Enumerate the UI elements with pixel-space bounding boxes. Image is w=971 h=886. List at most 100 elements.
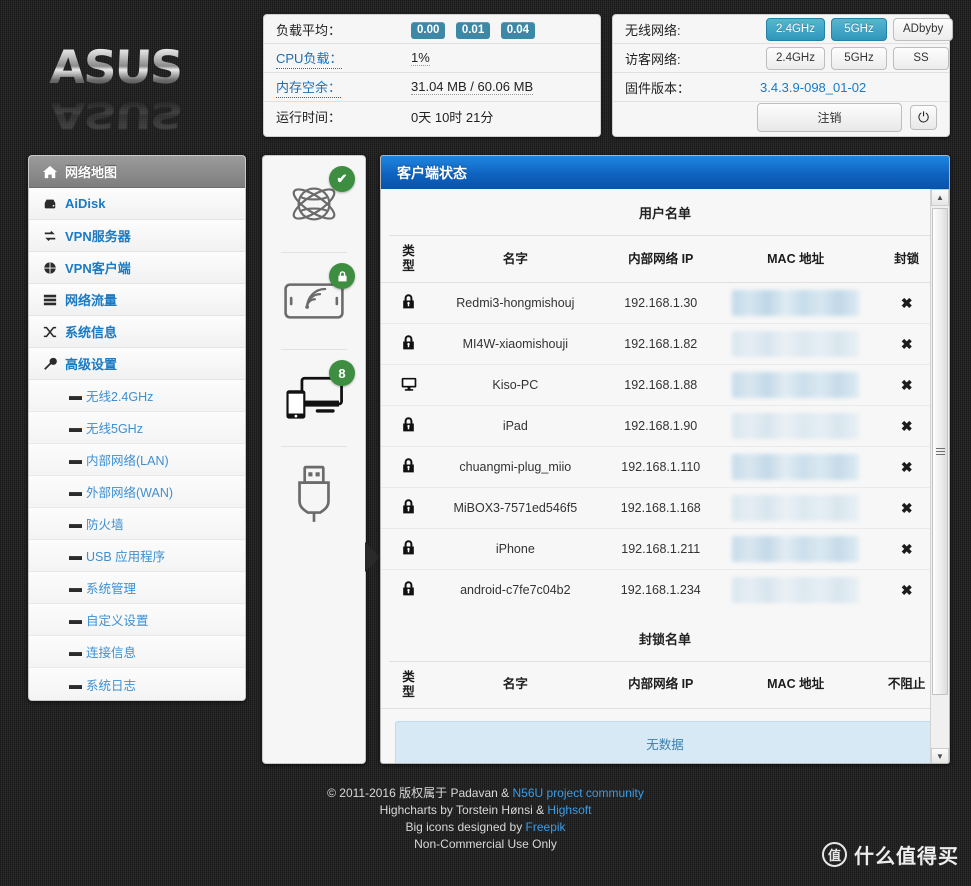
- sidebar-item-system-info[interactable]: 系统信息: [29, 316, 245, 348]
- uptime-value: 0天 10时 21分: [411, 110, 494, 125]
- load-average-badges: 0.00 0.01 0.04: [411, 20, 541, 39]
- sidebar-subitem-label: 系统管理: [86, 582, 137, 596]
- block-client-button[interactable]: ✖: [901, 418, 913, 434]
- blocked-list-table: 类型 名字 内部网络 IP MAC 地址 不阻止: [381, 661, 949, 709]
- sidebar-subitem-label: USB 应用程序: [86, 550, 166, 564]
- main-vertical-scrollbar[interactable]: ▲ ▼: [930, 189, 949, 763]
- map-node-usb[interactable]: [263, 447, 365, 543]
- sidebar-subitem-firewall[interactable]: ▬ 防火墙: [29, 508, 245, 540]
- sidebar-subitem-system-log[interactable]: ▬ 系统日志: [29, 668, 245, 700]
- power-icon[interactable]: ⏻: [910, 104, 937, 130]
- sidebar-subitem-wireless-24[interactable]: ▬ 无线2.4GHz: [29, 380, 245, 412]
- sidebar-subitem-system-admin[interactable]: ▬ 系统管理: [29, 572, 245, 604]
- sidebar-subitem-wan[interactable]: ▬ 外部网络(WAN): [29, 476, 245, 508]
- sidebar-subitem-connection-info[interactable]: ▬ 连接信息: [29, 636, 245, 668]
- client-type-cell: [381, 528, 436, 570]
- sidebar-subitem-label: 无线2.4GHz: [86, 390, 154, 404]
- footer-highsoft-link[interactable]: Highsoft: [547, 803, 591, 817]
- client-count-badge: 8: [329, 360, 355, 386]
- column-mac: MAC 地址: [726, 236, 865, 283]
- wireless-adbyby-toggle[interactable]: ADbyby: [893, 17, 954, 41]
- map-node-clients[interactable]: 8: [263, 350, 365, 446]
- map-node-internet[interactable]: ✔: [263, 156, 365, 252]
- block-client-button[interactable]: ✖: [901, 336, 913, 352]
- lock-icon: [403, 294, 414, 309]
- guest-5ghz-toggle[interactable]: 5GHz: [831, 46, 887, 70]
- client-status-body: 用户名单 类型 名字 内部网络 IP MAC 地址 封锁 Redmi3-hong…: [381, 189, 949, 763]
- guest-24ghz-toggle[interactable]: 2.4GHz: [766, 46, 825, 70]
- memory-free-value: 31.04 MB / 60.06 MB: [411, 79, 534, 95]
- scroll-thumb[interactable]: [932, 208, 948, 695]
- wrench-icon: [43, 357, 65, 371]
- scroll-grip-icon: [935, 448, 945, 455]
- client-type-cell: [381, 487, 436, 529]
- client-type-cell: [381, 282, 436, 324]
- client-ip-cell: 192.168.1.110: [594, 446, 727, 488]
- block-client-button[interactable]: ✖: [901, 541, 913, 557]
- wireless-24ghz-toggle[interactable]: 2.4GHz: [766, 17, 825, 41]
- sidebar-item-vpn-server[interactable]: VPN服务器: [29, 220, 245, 252]
- client-name-cell: iPad: [436, 405, 595, 447]
- blocked-list-empty-message: 无数据: [395, 720, 935, 763]
- traffic-icon: [43, 293, 65, 307]
- wireless-status-panel: 无线网络: 2.4GHz 5GHz ADbyby 访客网络: 2.4GHz 5G…: [612, 14, 954, 137]
- dash-icon: ▬: [69, 676, 82, 692]
- cpu-load-label[interactable]: CPU负载：: [276, 48, 343, 69]
- sidebar-subitem-custom-settings[interactable]: ▬ 自定义设置: [29, 604, 245, 636]
- dash-icon: ▬: [69, 580, 82, 595]
- block-client-button[interactable]: ✖: [901, 500, 913, 516]
- router-admin-page: ASUS ASUS 负载平均： 0.00 0.01 0.04 CPU负载： 1%…: [0, 0, 971, 886]
- wireless-secured-badge: [329, 263, 355, 289]
- lock-icon: [403, 335, 414, 350]
- uptime-label: 运行时间：: [276, 110, 342, 125]
- mac-redacted: [731, 495, 860, 521]
- footer-freepik-link[interactable]: Freepik: [526, 820, 566, 834]
- client-ip-cell: 192.168.1.30: [594, 282, 727, 324]
- block-client-button[interactable]: ✖: [901, 459, 913, 475]
- client-mac-cell: [726, 487, 865, 529]
- client-name-cell: MiBOX3-7571ed546f5: [436, 487, 595, 529]
- scroll-down-button[interactable]: ▼: [931, 748, 949, 763]
- sidebar-subitem-lan[interactable]: ▬ 内部网络(LAN): [29, 444, 245, 476]
- block-client-button[interactable]: ✖: [901, 582, 913, 598]
- sidebar-subitem-label: 外部网络(WAN): [86, 486, 174, 500]
- load-badge-15m: 0.04: [500, 21, 536, 39]
- client-type-cell: [381, 446, 436, 488]
- wireless-network-label: 无线网络:: [625, 22, 681, 38]
- firmware-version-value[interactable]: 3.4.3.9-098_01-02: [760, 80, 866, 95]
- sidebar-item-vpn-client[interactable]: VPN客户端: [29, 252, 245, 284]
- sidebar-subitem-label: 系统日志: [86, 678, 137, 693]
- sidebar-subitem-usb-apps[interactable]: ▬ USB 应用程序: [29, 540, 245, 572]
- sidebar-subitem-label: 连接信息: [86, 646, 137, 660]
- sidebar-navigation: 网络地图 AiDisk VPN服务器 VPN客户端 网络流量 系统信息 高级设置…: [28, 155, 246, 701]
- guest-ss-toggle[interactable]: SS: [893, 46, 949, 70]
- client-status-panel: 客户端状态 用户名单 类型 名字 内部网络 IP MAC 地址 封锁 Redmi…: [380, 155, 950, 764]
- blocked-list-title: 封锁名单: [389, 629, 941, 662]
- table-row: Redmi3-hongmishouj 192.168.1.30 ✖: [381, 282, 949, 324]
- user-list-body: Redmi3-hongmishouj 192.168.1.30 ✖ MI4W-x…: [381, 282, 949, 611]
- internet-ok-badge: ✔: [329, 166, 355, 192]
- client-ip-cell: 192.168.1.88: [594, 364, 727, 406]
- sidebar-item-aidisk[interactable]: AiDisk: [29, 188, 245, 220]
- footer-community-link[interactable]: N56U project community: [513, 786, 644, 800]
- uptime-row: 运行时间： 0天 10时 21分: [264, 102, 600, 131]
- column-ip: 内部网络 IP: [594, 661, 727, 709]
- map-node-wireless[interactable]: [263, 253, 365, 349]
- logout-button[interactable]: 注销: [757, 102, 902, 132]
- globe-icon: [43, 261, 65, 275]
- block-client-button[interactable]: ✖: [901, 295, 913, 311]
- memory-free-label[interactable]: 内存空余：: [276, 77, 342, 98]
- firmware-version-label: 固件版本：: [625, 80, 691, 96]
- sidebar-item-network-map[interactable]: 网络地图: [29, 156, 245, 188]
- wireless-5ghz-toggle[interactable]: 5GHz: [831, 17, 887, 41]
- block-client-button[interactable]: ✖: [901, 377, 913, 393]
- sidebar-item-advanced-settings[interactable]: 高级设置: [29, 348, 245, 380]
- sidebar-subitem-wireless-5g[interactable]: ▬ 无线5GHz: [29, 412, 245, 444]
- load-average-row: 负载平均： 0.00 0.01 0.04: [264, 15, 600, 44]
- scroll-up-button[interactable]: ▲: [931, 189, 949, 206]
- sidebar-item-network-traffic[interactable]: 网络流量: [29, 284, 245, 316]
- client-name-cell: MI4W-xiaomishouji: [436, 323, 595, 365]
- client-name-cell: Redmi3-hongmishouj: [436, 282, 595, 324]
- wireless-network-row: 无线网络: 2.4GHz 5GHz ADbyby: [613, 15, 954, 44]
- client-name-cell: Kiso-PC: [436, 364, 595, 406]
